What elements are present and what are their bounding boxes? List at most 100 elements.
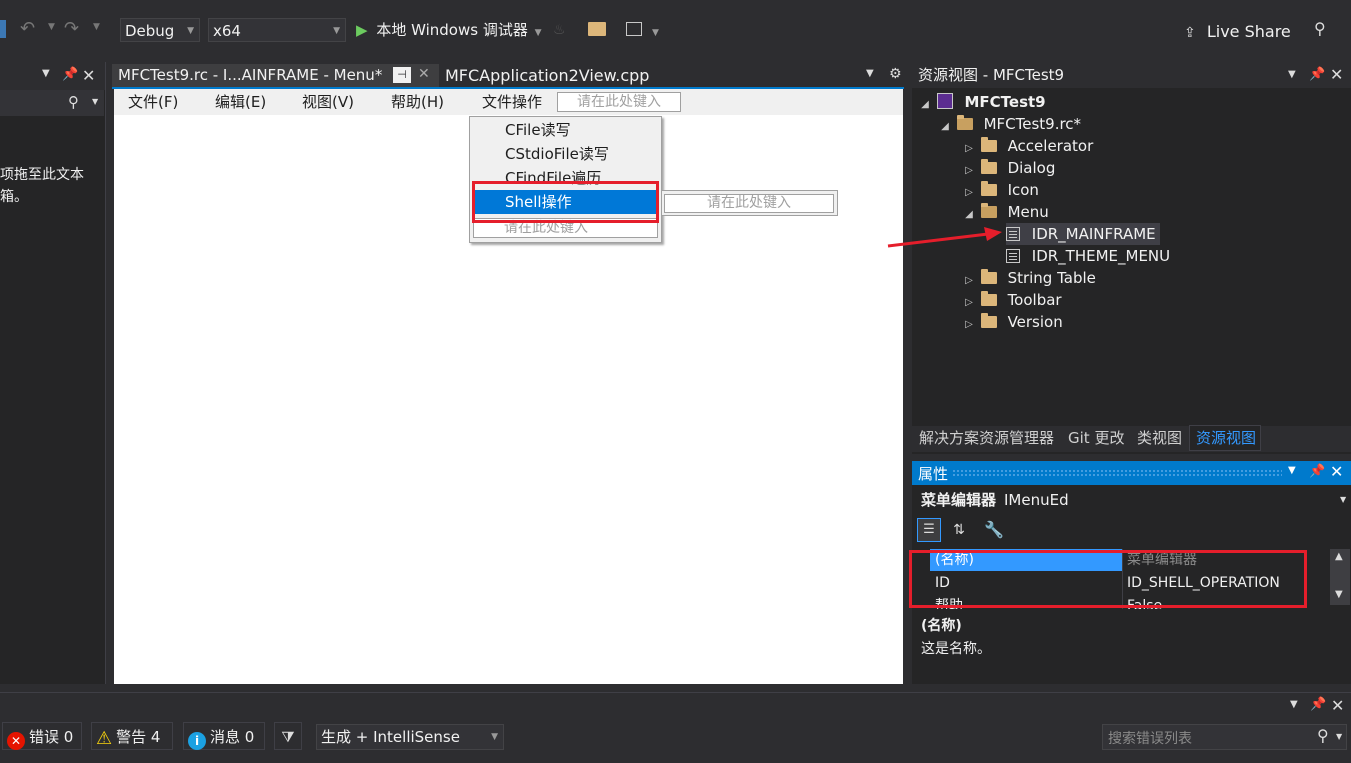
- menubar-item-help[interactable]: 帮助(H): [391, 89, 444, 115]
- tab-resource-view-label: 资源视图: [1196, 429, 1257, 447]
- annotation-arrow: [887, 227, 1002, 248]
- tab-class-view[interactable]: 类视图: [1137, 426, 1182, 450]
- tab-git-changes[interactable]: Git 更改: [1068, 426, 1124, 450]
- property-scrollbar[interactable]: ▲ ▼: [1330, 549, 1350, 605]
- tree-folder-icon[interactable]: ▷ Icon: [962, 179, 1039, 201]
- redo-dropdown-icon[interactable]: ▼: [93, 22, 100, 32]
- submenu-popup: 请在此处键入: [661, 190, 838, 216]
- property-desc-text: 这是名称。: [921, 641, 991, 657]
- tree-folder-toolbar[interactable]: ▷ Toolbar: [962, 289, 1062, 311]
- scroll-up-icon[interactable]: ▲: [1335, 551, 1343, 562]
- pin-icon[interactable]: 📌: [1309, 464, 1325, 479]
- alphabetical-icon[interactable]: ⇅: [947, 518, 971, 542]
- platform-select[interactable]: x64 ▼: [208, 18, 346, 42]
- tree-folder-label: Icon: [1007, 181, 1039, 199]
- folder-icon: [980, 181, 997, 196]
- solution-config-select[interactable]: Debug ▼: [120, 18, 200, 42]
- menubar-item-view[interactable]: 视图(V): [302, 89, 354, 115]
- tab-label: MFCApplication2View.cpp: [445, 66, 650, 85]
- filter-button[interactable]: ⧩: [274, 722, 302, 750]
- info-icon: i: [188, 732, 206, 750]
- feedback-icon[interactable]: ⚲: [1314, 19, 1326, 38]
- gear-icon[interactable]: ⚙: [889, 66, 902, 82]
- start-debugger-button[interactable]: ▶ 本地 Windows 调试器 ▼: [356, 18, 542, 42]
- tree-menu-theme[interactable]: IDR_THEME_MENU: [1006, 245, 1170, 267]
- properties-header: 属性 ▼ 📌 ✕: [912, 461, 1351, 485]
- live-share-label: Live Share: [1206, 22, 1291, 41]
- tree-root-label: MFCTest9: [964, 93, 1046, 111]
- pin-icon[interactable]: ⊣: [393, 67, 411, 83]
- errors-filter-button[interactable]: ✕ 错误 0: [2, 722, 82, 750]
- error-icon: ✕: [7, 732, 25, 750]
- chevron-down-icon: ▼: [1336, 732, 1343, 741]
- menubar-new-item-input[interactable]: 请在此处键入: [557, 92, 681, 112]
- chevron-down-icon: ▼: [1340, 495, 1347, 504]
- pin-icon[interactable]: 📌: [62, 67, 78, 82]
- tree-folder-menu[interactable]: ◢ Menu: [962, 201, 1049, 223]
- menubar-item-file-ops[interactable]: 文件操作: [482, 89, 542, 115]
- messages-filter-button[interactable]: i 消息 0: [183, 722, 265, 750]
- close-icon[interactable]: ✕: [82, 66, 95, 85]
- tree-menu-label: IDR_MAINFRAME: [1031, 225, 1156, 243]
- tree-folder-accelerator[interactable]: ▷ Accelerator: [962, 135, 1093, 157]
- menubar-item-edit[interactable]: 编辑(E): [215, 89, 266, 115]
- tree-folder-label: Menu: [1007, 203, 1049, 221]
- hot-reload-icon[interactable]: ♨: [553, 22, 566, 38]
- submenu-new-item-input[interactable]: 请在此处键入: [664, 194, 834, 213]
- chevron-down-icon: ▼: [187, 26, 194, 36]
- pin-icon[interactable]: 📌: [1310, 697, 1326, 712]
- close-icon[interactable]: ✕: [1330, 62, 1343, 88]
- close-icon[interactable]: ✕: [418, 66, 430, 82]
- tab-menu-editor[interactable]: MFCTest9.rc - I...AINFRAME - Menu* ⊣ ✕: [112, 64, 439, 88]
- tree-rc-file[interactable]: ◢ MFCTest9.rc*: [938, 113, 1081, 135]
- chevron-down-icon: ▼: [534, 28, 542, 38]
- tree-menu-mainframe[interactable]: IDR_MAINFRAME: [1006, 223, 1160, 245]
- warnings-count: 警告 4: [116, 728, 161, 746]
- dropdown-item-cstdiofile[interactable]: CStdioFile读写: [505, 142, 609, 166]
- platform-value: x64: [213, 22, 241, 40]
- tab-view-cpp[interactable]: MFCApplication2View.cpp: [445, 64, 665, 88]
- object-name: 菜单编辑器: [921, 491, 997, 509]
- open-folder-icon[interactable]: [588, 22, 606, 36]
- live-share-button[interactable]: ⇪ Live Share: [1184, 20, 1291, 44]
- chevron-down-icon[interactable]: ▼: [1290, 699, 1298, 710]
- pin-icon[interactable]: 📌: [1309, 62, 1325, 88]
- toolbox-hint-line1: 项拖至此文本: [0, 167, 84, 183]
- error-search-input[interactable]: 搜索错误列表 ⚲ ▼: [1102, 724, 1347, 750]
- scroll-down-icon[interactable]: ▼: [1335, 589, 1343, 600]
- undo-icon[interactable]: ↶: [20, 18, 35, 39]
- chevron-down-icon[interactable]: ▼: [1288, 62, 1296, 88]
- tab-solution-explorer[interactable]: 解决方案资源管理器: [919, 426, 1054, 450]
- toolbox-search-input[interactable]: ⚲ ▼: [0, 90, 104, 116]
- menubar-item-file[interactable]: 文件(F): [128, 89, 178, 115]
- wrench-icon[interactable]: 🔧: [982, 518, 1006, 542]
- dropdown-item-cfile[interactable]: CFile读写: [505, 118, 571, 142]
- main-toolbar: ↶ ▼ ↷ ▼ Debug ▼ x64 ▼ ▶ 本地 Windows 调试器 ▼…: [0, 0, 1351, 62]
- error-source-select[interactable]: 生成 + IntelliSense ▼: [316, 724, 504, 750]
- toolbox-hint-line2: 箱。: [0, 189, 28, 205]
- property-desc-title: (名称): [921, 618, 962, 634]
- undo-dropdown-icon[interactable]: ▼: [48, 22, 55, 32]
- menu-designer-canvas[interactable]: 文件(F) 编辑(E) 视图(V) 帮助(H) 文件操作 请在此处键入 CFil…: [114, 89, 903, 684]
- tree-folder-version[interactable]: ▷ Version: [962, 311, 1063, 333]
- tree-root-project[interactable]: ◢ MFCTest9: [918, 91, 1046, 113]
- close-icon[interactable]: ✕: [1330, 462, 1343, 481]
- filter-icon: ⧩: [281, 728, 295, 746]
- tree-folder-label: Toolbar: [1007, 291, 1062, 309]
- tree-folder-dialog[interactable]: ▷ Dialog: [962, 157, 1055, 179]
- tab-overflow-icon[interactable]: ▼: [866, 68, 874, 79]
- tree-rc-label: MFCTest9.rc*: [983, 115, 1082, 133]
- tab-resource-view[interactable]: 资源视图: [1189, 425, 1261, 451]
- warnings-filter-button[interactable]: ⚠ 警告 4: [91, 722, 173, 750]
- tree-folder-string-table[interactable]: ▷ String Table: [962, 267, 1096, 289]
- properties-object-selector[interactable]: 菜单编辑器 IMenuEd ▼: [912, 487, 1351, 513]
- close-icon[interactable]: ✕: [1331, 696, 1344, 715]
- chevron-down-icon[interactable]: ▼: [1288, 465, 1296, 476]
- chevron-down-icon[interactable]: ▼: [42, 68, 50, 79]
- categorized-icon[interactable]: ☰: [917, 518, 941, 542]
- search-icon: ⚲: [68, 93, 79, 111]
- share-icon: ⇪: [1184, 25, 1196, 41]
- chevron-down-icon[interactable]: ▼: [652, 28, 659, 38]
- window-layout-icon[interactable]: [626, 22, 642, 36]
- redo-icon[interactable]: ↷: [64, 18, 79, 39]
